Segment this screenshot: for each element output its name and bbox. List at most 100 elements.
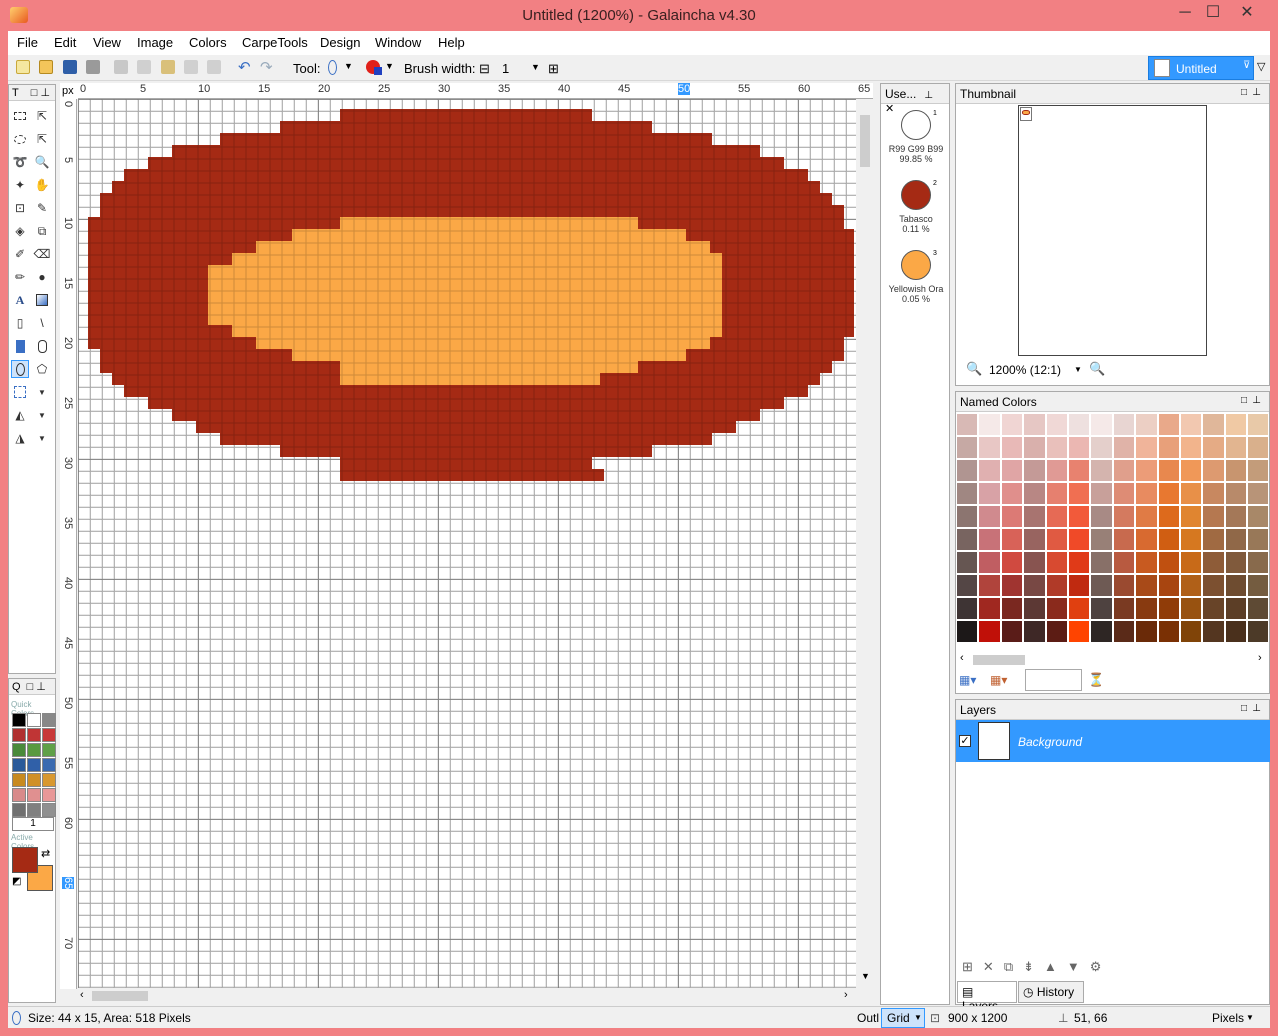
brush-width-value[interactable]: 1 (502, 61, 509, 76)
named-color-swatch[interactable] (1224, 505, 1248, 528)
named-color-swatch[interactable] (1067, 597, 1091, 620)
panel-float-icon[interactable]: □ (27, 681, 34, 693)
panel-pin-icon[interactable]: ⊥ (1252, 87, 1261, 98)
menu-help[interactable]: Help (438, 35, 465, 50)
named-color-swatch[interactable] (1000, 482, 1024, 505)
named-color-swatch[interactable] (1023, 597, 1046, 620)
quick-color-swatch[interactable] (27, 788, 41, 802)
used-color-swatch[interactable] (901, 110, 931, 140)
named-color-swatch[interactable] (1202, 436, 1225, 459)
named-color-swatch[interactable] (1157, 459, 1180, 482)
named-color-swatch[interactable] (1000, 620, 1024, 643)
tab-menu-icon[interactable]: ⊽ (1243, 60, 1250, 71)
named-color-swatch[interactable] (956, 482, 979, 505)
named-color-swatch[interactable] (978, 413, 1001, 436)
document-tab[interactable]: Untitled ⊽ (1148, 56, 1254, 80)
tool-dropdown-icon[interactable]: ▼ (344, 61, 353, 71)
move-layer-up-icon[interactable]: ▲ (1044, 959, 1057, 977)
quick-color-swatch[interactable] (42, 773, 56, 787)
panel-float-icon[interactable]: □ (1241, 703, 1247, 714)
menu-colors[interactable]: Colors (189, 35, 227, 50)
selection-mode-dropdown-icon[interactable]: ▼ (33, 383, 51, 401)
named-color-swatch[interactable] (1000, 413, 1024, 436)
named-color-swatch[interactable] (1067, 459, 1091, 482)
named-color-swatch[interactable] (1224, 528, 1248, 551)
named-color-swatch[interactable] (1023, 436, 1046, 459)
named-color-swatch[interactable] (1224, 436, 1248, 459)
named-color-swatch[interactable] (1000, 574, 1024, 597)
quick-color-swatch[interactable] (27, 713, 41, 727)
named-color-swatch[interactable] (978, 436, 1001, 459)
quick-color-swatch[interactable] (42, 758, 56, 772)
named-color-swatch[interactable] (1224, 574, 1248, 597)
named-color-swatch[interactable] (1247, 413, 1270, 436)
named-color-swatch[interactable] (956, 459, 979, 482)
move-layer-down-icon[interactable]: ▼ (1067, 959, 1080, 977)
text-tool-icon[interactable]: A (11, 291, 29, 309)
named-color-swatch[interactable] (978, 620, 1001, 643)
color-mode-dropdown-icon[interactable]: ▼ (385, 61, 394, 71)
named-color-swatch[interactable] (1179, 597, 1203, 620)
named-color-swatch[interactable] (956, 574, 979, 597)
named-color-swatch[interactable] (1045, 620, 1068, 643)
ellipse-draw-tool-icon[interactable] (11, 360, 29, 378)
named-color-swatch[interactable] (1224, 620, 1248, 643)
quick-color-swatch[interactable] (12, 743, 26, 757)
replace-color-icon[interactable]: ⧉ (33, 222, 51, 240)
named-color-swatch[interactable] (1202, 528, 1225, 551)
named-color-swatch[interactable] (1135, 574, 1158, 597)
named-color-swatch[interactable] (1067, 505, 1091, 528)
named-color-swatch[interactable] (1112, 482, 1136, 505)
quick-color-swatch[interactable] (27, 743, 41, 757)
named-color-swatch[interactable] (1045, 574, 1068, 597)
zoom-level[interactable]: 1200% (12:1) (989, 363, 1061, 377)
named-color-swatch[interactable] (1202, 551, 1225, 574)
named-color-swatch[interactable] (1112, 551, 1136, 574)
panel-float-icon[interactable]: □ (1241, 87, 1247, 98)
named-color-swatch[interactable] (1090, 505, 1113, 528)
rounded-rect-tool-icon[interactable] (33, 337, 51, 355)
mirror-dropdown-icon[interactable]: ▼ (33, 406, 51, 424)
fill-tool-icon[interactable]: ◈ (11, 222, 29, 240)
named-color-swatch[interactable] (1135, 528, 1158, 551)
layer-name[interactable]: Background (1018, 735, 1082, 749)
quick-color-swatch[interactable] (42, 713, 56, 727)
quick-color-swatch[interactable] (27, 803, 41, 817)
named-color-swatch[interactable] (1247, 459, 1270, 482)
frame-tool-icon[interactable]: ▯ (11, 314, 29, 332)
named-color-swatch[interactable] (1157, 597, 1180, 620)
named-color-swatch[interactable] (1000, 505, 1024, 528)
named-color-swatch[interactable] (956, 620, 979, 643)
scroll-left-icon[interactable]: ‹ (80, 989, 84, 1001)
named-color-swatch[interactable] (1179, 413, 1203, 436)
named-color-swatch[interactable] (1067, 551, 1091, 574)
named-color-swatch[interactable] (1135, 482, 1158, 505)
named-color-swatch[interactable] (1202, 620, 1225, 643)
named-color-swatch[interactable] (1157, 528, 1180, 551)
panel-float-icon[interactable]: □ (31, 87, 38, 99)
lasso-tool-icon[interactable]: ➰ (11, 153, 29, 171)
thumbnail-viewport[interactable] (1020, 107, 1032, 121)
quick-color-swatch[interactable] (12, 788, 26, 802)
named-color-swatch[interactable] (978, 505, 1001, 528)
named-color-swatch[interactable] (1112, 413, 1136, 436)
vertical-scroll-thumb[interactable] (860, 115, 870, 167)
named-color-swatch[interactable] (1112, 597, 1136, 620)
named-color-swatch[interactable] (1157, 505, 1180, 528)
named-color-swatch[interactable] (956, 505, 979, 528)
zoom-in-icon[interactable]: 🔍 (1089, 361, 1105, 377)
named-color-swatch[interactable] (1112, 528, 1136, 551)
named-color-swatch[interactable] (1112, 574, 1136, 597)
layer-properties-icon[interactable]: ⚙ (1090, 959, 1102, 977)
named-color-swatch[interactable] (1067, 528, 1091, 551)
named-color-swatch[interactable] (1179, 436, 1203, 459)
ellipse-select-tool-icon[interactable] (11, 130, 29, 148)
quick-color-swatch[interactable] (12, 803, 26, 817)
quick-color-swatch[interactable] (42, 743, 56, 757)
menu-image[interactable]: Image (137, 35, 173, 50)
merge-layer-icon[interactable]: ⇟ (1023, 959, 1034, 977)
quick-color-swatch[interactable] (42, 788, 56, 802)
named-color-swatch[interactable] (956, 597, 979, 620)
named-color-swatch[interactable] (1090, 597, 1113, 620)
quick-color-swatch[interactable] (42, 803, 56, 817)
